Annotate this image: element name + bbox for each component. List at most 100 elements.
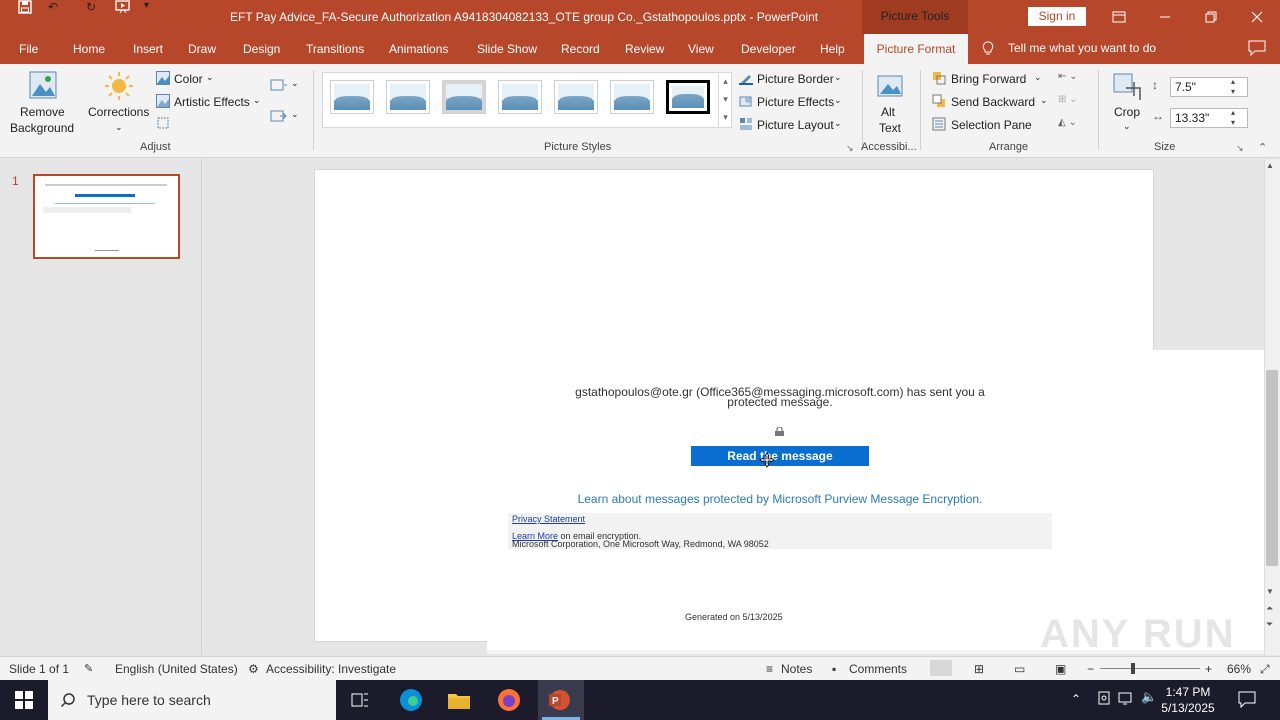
artistic-effects-icon[interactable] (156, 94, 170, 108)
width-spinner[interactable]: ▴ ▾ (1226, 108, 1240, 128)
picture-style-1[interactable] (330, 80, 374, 114)
corrections-label[interactable]: Corrections (88, 105, 149, 119)
picture-effects-icon[interactable] (739, 94, 753, 108)
picture-styles-launcher-icon[interactable]: ↘ (846, 143, 854, 154)
picture-layout-icon[interactable] (739, 117, 753, 131)
spelling-icon[interactable]: ✎ (84, 662, 93, 675)
edge-icon[interactable] (397, 686, 425, 714)
collapse-ribbon-icon[interactable]: ⌃ (1258, 141, 1267, 154)
undo-icon[interactable]: ↶ (48, 0, 58, 14)
tab-insert[interactable]: Insert (133, 42, 163, 56)
bring-forward-dropdown-icon[interactable]: ⌄ (1034, 72, 1042, 83)
volume-icon[interactable]: 🔈 (1141, 689, 1157, 705)
remove-background-icon[interactable] (28, 70, 58, 102)
gallery-scroll[interactable]: ▴ ▾ ▾ (718, 72, 732, 128)
tab-draw[interactable]: Draw (188, 42, 216, 56)
normal-view-icon[interactable] (930, 660, 952, 676)
taskbar-search-placeholder[interactable]: Type here to search (87, 692, 211, 708)
send-backward-dropdown-icon[interactable]: ⌄ (1040, 95, 1048, 106)
picture-style-2[interactable] (386, 80, 430, 114)
rotate-icon[interactable]: ◭ ⌄ (1058, 117, 1088, 131)
accessibility-status[interactable]: Accessibility: Investigate (266, 662, 396, 676)
corrections-icon[interactable] (104, 71, 134, 101)
picture-style-7[interactable] (666, 80, 710, 114)
network-icon[interactable] (1118, 690, 1136, 706)
change-picture-dropdown-icon[interactable]: ⌄ (291, 109, 299, 120)
remove-background-label-1[interactable]: Remove (20, 105, 65, 119)
privacy-statement-text[interactable]: Privacy Statement (512, 514, 585, 524)
slide-sorter-icon[interactable]: ⊞ (974, 662, 984, 676)
selection-pane-icon[interactable] (932, 117, 946, 131)
tab-design[interactable]: Design (243, 42, 280, 56)
picture-style-3[interactable] (442, 80, 486, 114)
notes-icon[interactable]: ≡ (766, 662, 773, 676)
tab-record[interactable]: Record (561, 42, 600, 56)
artistic-effects-label[interactable]: Artistic Effects (174, 95, 250, 109)
task-view-icon[interactable] (346, 686, 374, 714)
corrections-dropdown-icon[interactable]: ⌄ (115, 122, 123, 133)
crop-label[interactable]: Crop (1114, 105, 1140, 119)
tab-animations[interactable]: Animations (389, 42, 448, 56)
selection-pane-label[interactable]: Selection Pane (951, 118, 1032, 132)
picture-layout-dropdown-icon[interactable]: ⌄ (834, 118, 842, 129)
picture-effects-dropdown-icon[interactable]: ⌄ (834, 95, 842, 106)
color-label[interactable]: Color (174, 72, 203, 86)
notes-button[interactable]: Notes (781, 662, 812, 676)
alt-text-label-1[interactable]: Alt (881, 105, 895, 119)
comments-icon[interactable] (1248, 40, 1266, 57)
artistic-effects-dropdown-icon[interactable]: ⌄ (253, 95, 261, 106)
redo-icon[interactable]: ↻ (86, 0, 96, 14)
picture-style-6[interactable] (610, 80, 654, 114)
zoom-slider-thumb[interactable] (1131, 663, 1135, 674)
slide-thumbnail-1[interactable] (33, 174, 180, 259)
compress-dropdown-icon[interactable]: ⌄ (291, 78, 299, 89)
minimize-icon[interactable] (1142, 0, 1188, 34)
slideshow-view-icon[interactable]: ▣ (1055, 662, 1066, 676)
tab-slide-show[interactable]: Slide Show (477, 42, 537, 56)
tab-transitions[interactable]: Transitions (306, 42, 364, 56)
notifications-icon[interactable] (1238, 690, 1256, 709)
crop-dropdown-icon[interactable]: ⌄ (1123, 121, 1131, 132)
transparency-icon[interactable] (156, 116, 170, 130)
group-icon[interactable]: ⊞ ⌄ (1058, 94, 1088, 108)
zoom-out-icon[interactable]: − (1087, 662, 1094, 676)
tab-review[interactable]: Review (625, 42, 664, 56)
change-picture-icon[interactable] (270, 109, 288, 123)
picture-style-5[interactable] (554, 80, 598, 114)
tab-home[interactable]: Home (73, 42, 105, 56)
sign-in-button[interactable]: Sign in (1028, 7, 1086, 26)
scrollbar-thumb[interactable] (1266, 370, 1278, 566)
send-backward-label[interactable]: Send Backward (951, 95, 1035, 109)
bring-forward-label[interactable]: Bring Forward (951, 72, 1026, 86)
alt-text-label-2[interactable]: Text (879, 121, 901, 135)
send-backward-icon[interactable] (932, 94, 946, 108)
crop-icon[interactable] (1112, 72, 1144, 102)
picture-border-icon[interactable] (739, 71, 753, 85)
scroll-down-icon[interactable]: ▼ (1266, 587, 1274, 596)
taskbar-clock[interactable]: 1:47 PM 5/13/2025 (1160, 684, 1216, 716)
size-launcher-icon[interactable]: ↘ (1236, 143, 1244, 154)
height-spinner[interactable]: ▴ ▾ (1226, 77, 1240, 97)
comments-button[interactable]: Comments (849, 662, 907, 676)
customize-qat-icon[interactable]: ▾ (144, 0, 149, 11)
close-icon[interactable] (1234, 0, 1280, 34)
next-slide-icon[interactable]: ⏷ (1266, 619, 1273, 630)
read-message-button[interactable]: Read the message (691, 446, 869, 466)
color-dropdown-icon[interactable]: ⌄ (206, 72, 214, 83)
language-indicator[interactable]: English (United States) (115, 662, 238, 676)
tell-me-search[interactable]: Tell me what you want to do (1008, 41, 1156, 55)
restore-icon[interactable] (1188, 0, 1234, 34)
tab-developer[interactable]: Developer (741, 42, 796, 56)
firefox-icon[interactable] (495, 686, 523, 714)
picture-border-label[interactable]: Picture Border (757, 72, 834, 86)
tab-file[interactable]: File (19, 42, 38, 56)
picture-style-4[interactable] (498, 80, 542, 114)
start-from-beginning-icon[interactable] (115, 0, 131, 17)
scroll-up-icon[interactable]: ▲ (1266, 161, 1274, 170)
previous-slide-icon[interactable]: ⏶ (1266, 603, 1273, 614)
learn-about-encryption-link[interactable]: Learn about messages protected by Micros… (520, 492, 1040, 506)
alt-text-icon[interactable] (874, 72, 906, 102)
zoom-level[interactable]: 66% (1227, 662, 1251, 676)
file-explorer-icon[interactable] (445, 686, 473, 714)
zoom-in-icon[interactable]: + (1205, 662, 1212, 676)
